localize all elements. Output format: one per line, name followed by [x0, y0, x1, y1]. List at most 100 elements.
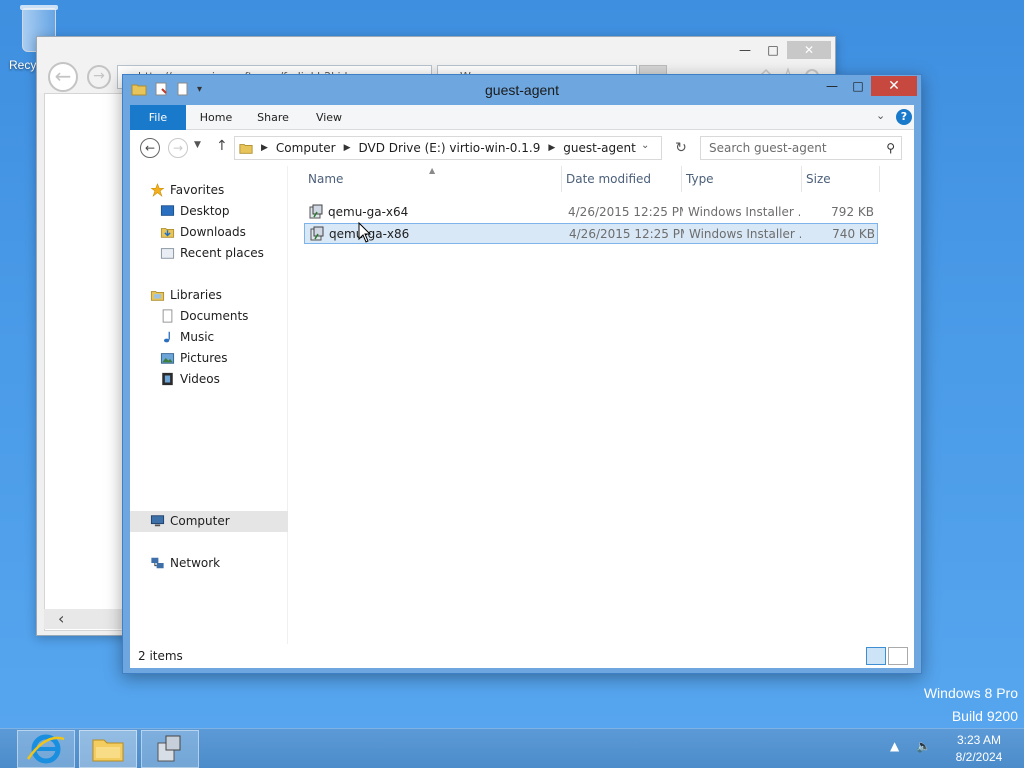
- internet-explorer-icon: [26, 734, 65, 764]
- column-header-date-modified[interactable]: Date modified: [562, 166, 682, 192]
- installer-app-icon: [157, 735, 181, 762]
- desktop-icon: [160, 205, 175, 216]
- windows-version-watermark: Windows 8 Pro: [923, 685, 1018, 701]
- computer-group: Computer: [130, 511, 288, 532]
- file-type: Windows Installer ...: [688, 205, 800, 219]
- clock-date: 8/2/2024: [955, 750, 1003, 764]
- column-header-name[interactable]: Name ▲: [304, 166, 562, 192]
- search-icon[interactable]: ⚲: [886, 137, 895, 159]
- nav-recent-places[interactable]: Recent places: [130, 243, 288, 264]
- taskbar: ▲ 🔈 3:23 AM 8/2/2024: [0, 728, 1024, 768]
- libraries-group: Libraries Documents Music Pictures Video…: [130, 285, 288, 390]
- refresh-icon[interactable]: ↻: [670, 137, 692, 159]
- file-list: Name ▲ Date modified Type Size qemu-ga-x…: [304, 166, 880, 644]
- back-arrow-icon[interactable]: ←: [48, 62, 78, 92]
- ribbon-tab-bar: File Home Share View ⌄ ?: [130, 105, 914, 130]
- tab-view[interactable]: View: [304, 105, 354, 130]
- nav-music[interactable]: Music: [130, 327, 288, 348]
- documents-icon: [162, 309, 173, 323]
- file-name: qemu-ga-x64: [328, 205, 409, 219]
- recycle-bin-label: Recy: [9, 58, 37, 72]
- column-header-size[interactable]: Size: [802, 166, 880, 192]
- volume-muted-icon[interactable]: 🔈: [916, 739, 931, 753]
- favorites-group: Favorites Desktop Downloads Recent place…: [130, 180, 288, 264]
- expand-ribbon-chevron-icon[interactable]: ⌄: [876, 109, 885, 122]
- breadcrumb: ▶ Computer ▶ DVD Drive (E:) virtio-win-0…: [239, 137, 636, 159]
- windows-build-watermark: Build 9200: [951, 708, 1018, 724]
- file-explorer-icon: [92, 739, 124, 762]
- file-row-selected[interactable]: qemu-ga-x86 4/26/2015 12:25 PM Windows I…: [304, 223, 878, 244]
- maximize-button[interactable]: □: [845, 76, 871, 96]
- tab-share[interactable]: Share: [248, 105, 298, 130]
- up-arrow-icon[interactable]: ↑: [216, 138, 228, 154]
- network-disconnected-icon[interactable]: ▲: [890, 739, 899, 753]
- close-button[interactable]: ✕: [871, 76, 917, 96]
- file-size: 792 KB: [831, 205, 874, 219]
- search-input[interactable]: Search guest-agent ⚲: [700, 136, 902, 160]
- browser-minimize-button[interactable]: —: [731, 41, 759, 59]
- breadcrumb-dvd-drive[interactable]: DVD Drive (E:) virtio-win-0.1.9: [359, 141, 541, 155]
- nav-downloads[interactable]: Downloads: [130, 222, 288, 243]
- windows-installer-icon: [309, 204, 323, 219]
- forward-arrow-icon[interactable]: →: [87, 65, 111, 89]
- breadcrumb-guest-agent[interactable]: guest-agent: [563, 141, 636, 155]
- computer-icon: [150, 515, 165, 527]
- search-placeholder: Search guest-agent: [709, 141, 827, 155]
- explorer-body: File Home Share View ⌄ ? ← → ▼ ↑ ▶ Compu…: [130, 105, 914, 668]
- large-icons-view-button[interactable]: [888, 647, 908, 665]
- file-type: Windows Installer ...: [689, 227, 801, 241]
- mouse-cursor-icon: [358, 222, 372, 243]
- nav-network[interactable]: Network: [130, 553, 288, 574]
- scroll-left-icon[interactable]: ‹: [58, 609, 64, 628]
- nav-videos[interactable]: Videos: [130, 369, 288, 390]
- recent-places-icon: [160, 248, 175, 259]
- sort-ascending-icon: ▲: [429, 166, 436, 175]
- minimize-button[interactable]: —: [819, 76, 845, 96]
- system-clock[interactable]: 3:23 AM 8/2/2024: [944, 732, 1014, 766]
- browser-maximize-button[interactable]: □: [759, 41, 787, 59]
- favorites-star-icon: [150, 183, 165, 197]
- breadcrumb-computer[interactable]: Computer: [276, 141, 336, 155]
- recent-locations-chevron-icon[interactable]: ▼: [194, 140, 201, 150]
- taskbar-internet-explorer-button[interactable]: [17, 730, 75, 768]
- file-date-modified: 4/26/2015 12:25 PM: [568, 205, 683, 219]
- downloads-icon: [160, 228, 175, 238]
- explorer-title-bar[interactable]: ▾ guest-agent — □ ✕: [123, 75, 921, 105]
- item-count: 2 items: [138, 649, 183, 663]
- browser-close-button[interactable]: ✕: [787, 41, 831, 59]
- back-button[interactable]: ←: [140, 138, 160, 158]
- explorer-window[interactable]: ▾ guest-agent — □ ✕ File Home Share View…: [122, 74, 922, 674]
- address-bar[interactable]: ▶ Computer ▶ DVD Drive (E:) virtio-win-0…: [234, 136, 662, 160]
- music-icon: [164, 331, 170, 343]
- help-icon[interactable]: ?: [896, 109, 912, 125]
- nav-documents[interactable]: Documents: [130, 306, 288, 327]
- pictures-icon: [160, 353, 175, 364]
- column-header-type[interactable]: Type: [682, 166, 802, 192]
- breadcrumb-separator-icon[interactable]: ▶: [548, 143, 555, 153]
- file-date-modified: 4/26/2015 12:25 PM: [569, 227, 684, 241]
- file-row[interactable]: qemu-ga-x64 4/26/2015 12:25 PM Windows I…: [304, 202, 878, 223]
- nav-pictures[interactable]: Pictures: [130, 348, 288, 369]
- nav-desktop[interactable]: Desktop: [130, 201, 288, 222]
- folder-icon: [239, 144, 253, 154]
- forward-button[interactable]: →: [168, 138, 188, 158]
- nav-computer[interactable]: Computer: [130, 511, 288, 532]
- tab-file[interactable]: File: [130, 105, 186, 130]
- nav-libraries[interactable]: Libraries: [130, 285, 288, 306]
- navigation-bar: ← → ▼ ↑ ▶ Computer ▶ DVD Drive (E:) virt…: [130, 130, 914, 166]
- libraries-icon: [150, 291, 165, 301]
- breadcrumb-separator-icon[interactable]: ▶: [261, 143, 268, 153]
- taskbar-installer-button[interactable]: [141, 730, 199, 768]
- status-bar: 2 items: [130, 644, 914, 668]
- navigation-pane: Favorites Desktop Downloads Recent place…: [130, 166, 288, 644]
- clock-time: 3:23 AM: [956, 733, 1002, 747]
- details-view-button[interactable]: [866, 647, 886, 665]
- breadcrumb-separator-icon[interactable]: ▶: [344, 143, 351, 153]
- tab-home[interactable]: Home: [190, 105, 242, 130]
- address-dropdown-chevron-icon[interactable]: ⌄: [641, 140, 649, 151]
- windows-installer-icon: [310, 226, 324, 241]
- nav-favorites[interactable]: Favorites: [130, 180, 288, 201]
- file-size: 740 KB: [832, 227, 875, 241]
- window-title: guest-agent: [485, 82, 559, 98]
- taskbar-file-explorer-button[interactable]: [79, 730, 137, 768]
